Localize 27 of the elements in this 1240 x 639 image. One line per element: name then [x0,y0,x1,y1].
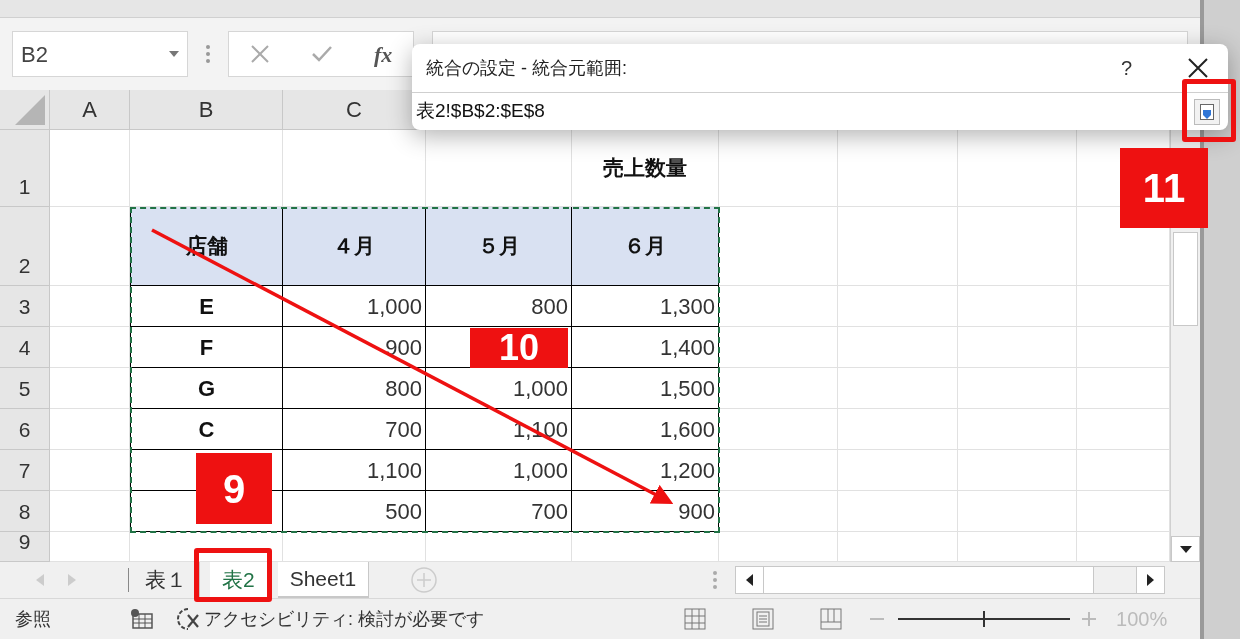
table-cell: 1,300 [572,286,719,327]
table-cell: 500 [283,491,426,532]
step-number-label: 9 [196,453,272,524]
table-cell: 900 [572,491,719,532]
table-cell: 1,400 [572,327,719,368]
table-cell: ４月 [283,207,426,286]
table-cell: F [130,327,283,368]
table-cell: 700 [283,409,426,450]
dialog-title: 統合の設定 - 統合元範囲: [426,56,628,80]
table-cell: 1,000 [283,286,426,327]
table-cell: 1,600 [572,409,719,450]
table-cell: 1,000 [426,450,572,491]
table-cell: 1,200 [572,450,719,491]
table-cell: 1,100 [283,450,426,491]
table-cell: 700 [426,491,572,532]
table-cell: G [130,368,283,409]
table-cell: C [130,409,283,450]
table-cell: 1,500 [572,368,719,409]
step-number-label: 11 [1120,148,1208,228]
status-mode-text: 参照 [15,607,52,631]
table-cell: 800 [283,368,426,409]
table-cell: E [130,286,283,327]
step-number-label: 10 [470,328,568,368]
table-cell: ６月 [572,207,719,286]
table-cell: ５月 [426,207,572,286]
table-cell: 900 [283,327,426,368]
table-cell: 800 [426,286,572,327]
